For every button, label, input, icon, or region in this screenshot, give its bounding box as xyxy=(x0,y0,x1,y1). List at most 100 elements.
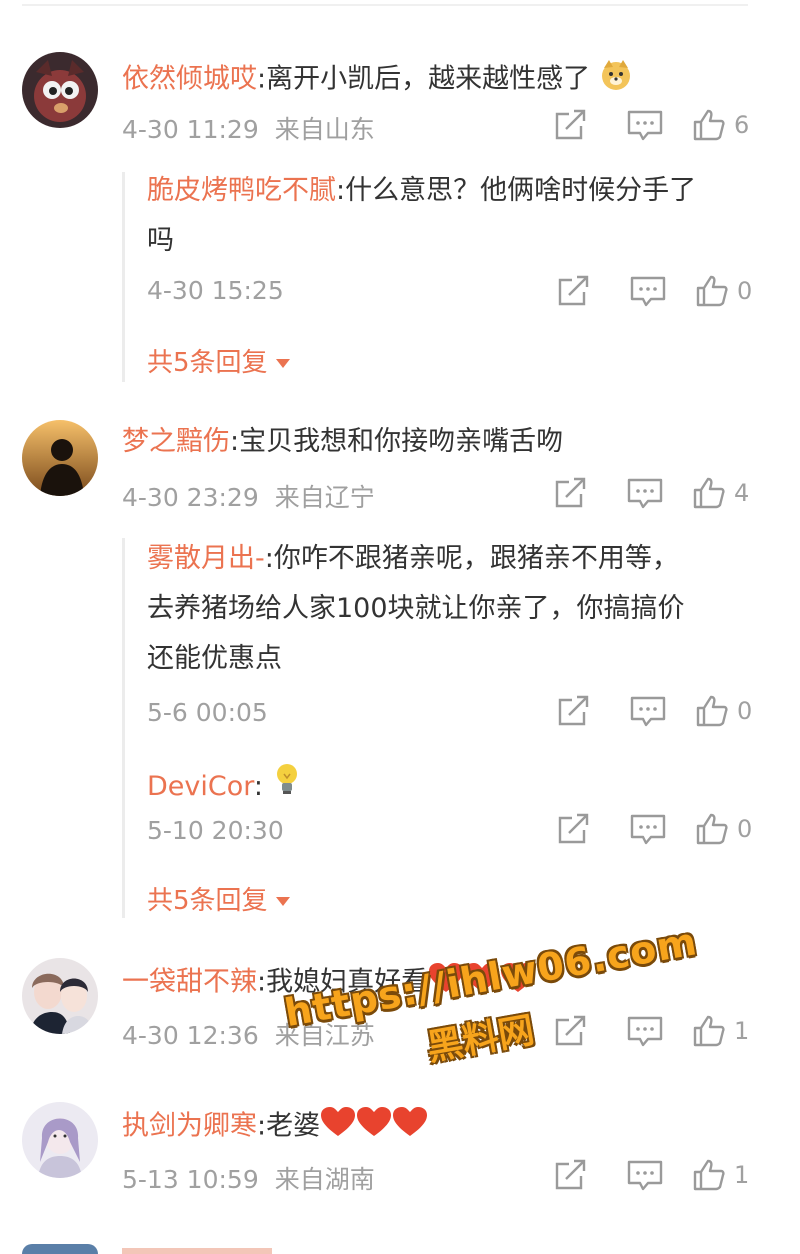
reply-content: DeviCor: xyxy=(147,762,757,813)
reply-content: 脆皮烤鸭吃不腻:什么意思？他俩啥时候分手了 吗 xyxy=(147,175,697,256)
reply-button[interactable] xyxy=(626,476,664,510)
divider xyxy=(22,4,748,6)
thumb-up-icon xyxy=(693,1159,725,1191)
heart-emoji-icon xyxy=(320,1106,356,1148)
username-link[interactable]: 依然倾城哎 xyxy=(122,64,257,95)
reply-actions: 0 xyxy=(555,274,765,310)
thumb-up-icon xyxy=(693,109,725,141)
comment-meta: 5-13 10:59 来自湖南 xyxy=(122,1160,375,1196)
lightbulb-emoji-icon xyxy=(272,762,302,813)
more-replies-link[interactable]: 共5条回复 xyxy=(147,342,290,379)
reply-actions: 0 xyxy=(555,812,765,848)
watermark-name: 黑料网 xyxy=(423,1009,538,1070)
reply-text: 你咋不跟猪亲呢，跟猪亲不用等， xyxy=(273,543,679,574)
comment-location: 来自山东 xyxy=(274,115,375,144)
reply-list: 脆皮烤鸭吃不腻:什么意思？他俩啥时候分手了 吗 4-30 15:25 0 共5条… xyxy=(122,172,765,382)
share-icon xyxy=(558,275,589,306)
comment-icon xyxy=(630,696,666,727)
avatar[interactable] xyxy=(22,958,98,1034)
next-avatar-partial xyxy=(22,1244,98,1254)
comment-icon xyxy=(627,1160,663,1191)
watermark: https://ihlw06.com 黑料网 xyxy=(281,919,700,1100)
like-button[interactable]: 6 xyxy=(692,108,749,142)
share-button[interactable] xyxy=(552,108,588,142)
username-link[interactable]: DeviCor xyxy=(147,771,254,802)
like-button[interactable]: 1 xyxy=(692,1014,749,1048)
username-link[interactable]: 执剑为卿寒 xyxy=(122,1111,257,1142)
comment-actions: 4 xyxy=(552,476,762,512)
share-button[interactable] xyxy=(552,476,588,510)
share-button[interactable] xyxy=(555,274,591,308)
reply-button[interactable] xyxy=(629,274,667,308)
reply-time: 4-30 15:25 xyxy=(147,276,284,305)
like-button[interactable]: 1 xyxy=(692,1158,749,1192)
like-count: 0 xyxy=(737,697,753,725)
like-button[interactable]: 0 xyxy=(695,274,752,308)
like-count: 1 xyxy=(734,1017,750,1045)
reply-button[interactable] xyxy=(629,812,667,846)
like-count: 4 xyxy=(734,479,750,507)
username-link[interactable]: 一袋甜不辣 xyxy=(122,967,257,998)
comment-location: 来自湖南 xyxy=(274,1165,375,1194)
comment-icon xyxy=(627,110,663,141)
share-button[interactable] xyxy=(555,694,591,728)
comment-text: 老婆 xyxy=(266,1110,321,1142)
comment-actions: 6 xyxy=(552,108,762,144)
comment-content: 执剑为卿寒:老婆 xyxy=(122,1106,428,1148)
reply-text: 吗 xyxy=(147,225,174,256)
thumb-up-icon xyxy=(696,275,728,307)
comment-time: 4-30 12:36 xyxy=(122,1021,259,1050)
comment-content: 梦之黯伤:宝贝我想和你接吻亲嘴舌吻 xyxy=(122,426,564,457)
share-icon xyxy=(555,477,586,508)
share-button[interactable] xyxy=(552,1158,588,1192)
share-icon xyxy=(558,695,589,726)
reply-text: 什么意思？他俩啥时候分手了 xyxy=(345,175,697,206)
share-icon xyxy=(555,109,586,140)
reply-list: 雾散月出-:你咋不跟猪亲呢，跟猪亲不用等， 去养猪场给人家100块就让你亲了，你… xyxy=(122,538,765,918)
username-link[interactable]: 雾散月出- xyxy=(147,543,265,574)
next-username-partial xyxy=(122,1248,272,1254)
doge-emoji-icon xyxy=(599,58,633,102)
reply-content: 雾散月出-:你咋不跟猪亲呢，跟猪亲不用等， 去养猪场给人家100块就让你亲了，你… xyxy=(147,543,685,674)
thumb-up-icon xyxy=(696,695,728,727)
reply-actions: 0 xyxy=(555,694,765,730)
heart-emoji-icon xyxy=(356,1106,392,1148)
reply-button[interactable] xyxy=(626,1158,664,1192)
comment-text: 宝贝我想和你接吻亲嘴舌吻 xyxy=(239,426,564,457)
comment-item: 执剑为卿寒:老婆 5-13 10:59 来自湖南 1 xyxy=(0,1102,800,1202)
comment-time: 4-30 23:29 xyxy=(122,483,259,512)
avatar[interactable] xyxy=(22,52,98,128)
thumb-up-icon xyxy=(696,813,728,845)
avatar[interactable] xyxy=(22,420,98,496)
reply-text: 还能优惠点 xyxy=(147,643,282,674)
reply-button[interactable] xyxy=(629,694,667,728)
thumb-up-icon xyxy=(693,1015,725,1047)
username-link[interactable]: 梦之黯伤 xyxy=(122,426,230,457)
comment-icon xyxy=(630,814,666,845)
comment-item: 依然倾城哎:离开小凯后，越来越性感了 4-30 11:29 来自山东 6 脆皮烤… xyxy=(0,52,800,382)
share-icon xyxy=(555,1159,586,1190)
reply-time: 5-10 20:30 xyxy=(147,816,284,845)
share-button[interactable] xyxy=(555,812,591,846)
like-count: 0 xyxy=(737,815,753,843)
like-button[interactable]: 0 xyxy=(695,812,752,846)
like-count: 6 xyxy=(734,111,750,139)
username-link[interactable]: 脆皮烤鸭吃不腻 xyxy=(147,175,336,206)
heart-emoji-icon xyxy=(392,1106,428,1148)
comment-item: 梦之黯伤:宝贝我想和你接吻亲嘴舌吻 4-30 23:29 来自辽宁 4 雾散月出… xyxy=(0,420,800,920)
caret-down-icon xyxy=(275,359,290,368)
comment-meta: 4-30 11:29 来自山东 xyxy=(122,110,375,146)
reply-button[interactable] xyxy=(626,108,664,142)
avatar[interactable] xyxy=(22,1102,98,1178)
comment-meta: 4-30 23:29 来自辽宁 xyxy=(122,478,375,514)
comment-actions: 1 xyxy=(552,1158,762,1194)
thumb-up-icon xyxy=(693,477,725,509)
share-icon xyxy=(558,813,589,844)
like-count: 1 xyxy=(734,1161,750,1189)
like-button[interactable]: 4 xyxy=(692,476,749,510)
reply-time: 5-6 00:05 xyxy=(147,698,268,727)
like-button[interactable]: 0 xyxy=(695,694,752,728)
comment-content: 依然倾城哎:离开小凯后，越来越性感了 xyxy=(122,58,633,102)
like-count: 0 xyxy=(737,277,753,305)
more-replies-link[interactable]: 共5条回复 xyxy=(147,880,290,917)
